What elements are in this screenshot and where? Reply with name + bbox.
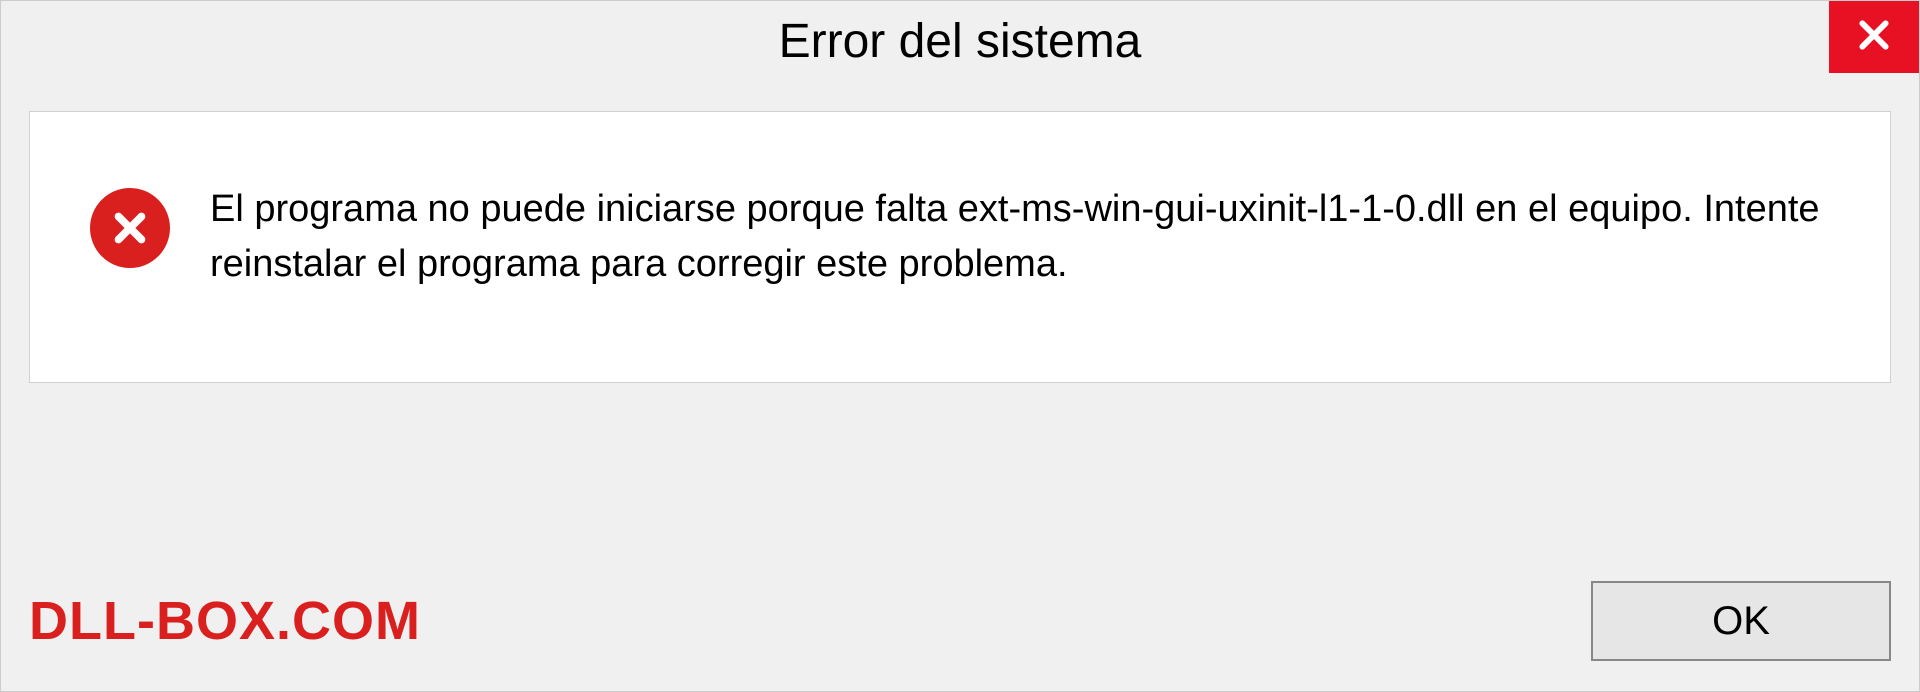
error-icon: [90, 188, 170, 268]
close-icon: [1854, 15, 1894, 60]
watermark-text: DLL-BOX.COM: [29, 590, 421, 652]
error-dialog: Error del sistema El programa no puede i…: [0, 0, 1920, 692]
content-panel: El programa no puede iniciarse porque fa…: [29, 111, 1891, 383]
ok-button[interactable]: OK: [1591, 581, 1891, 661]
dialog-title: Error del sistema: [779, 14, 1142, 69]
footer: DLL-BOX.COM OK: [29, 581, 1891, 661]
error-message: El programa no puede iniciarse porque fa…: [210, 182, 1830, 292]
titlebar: Error del sistema: [1, 1, 1919, 81]
close-button[interactable]: [1829, 1, 1919, 73]
